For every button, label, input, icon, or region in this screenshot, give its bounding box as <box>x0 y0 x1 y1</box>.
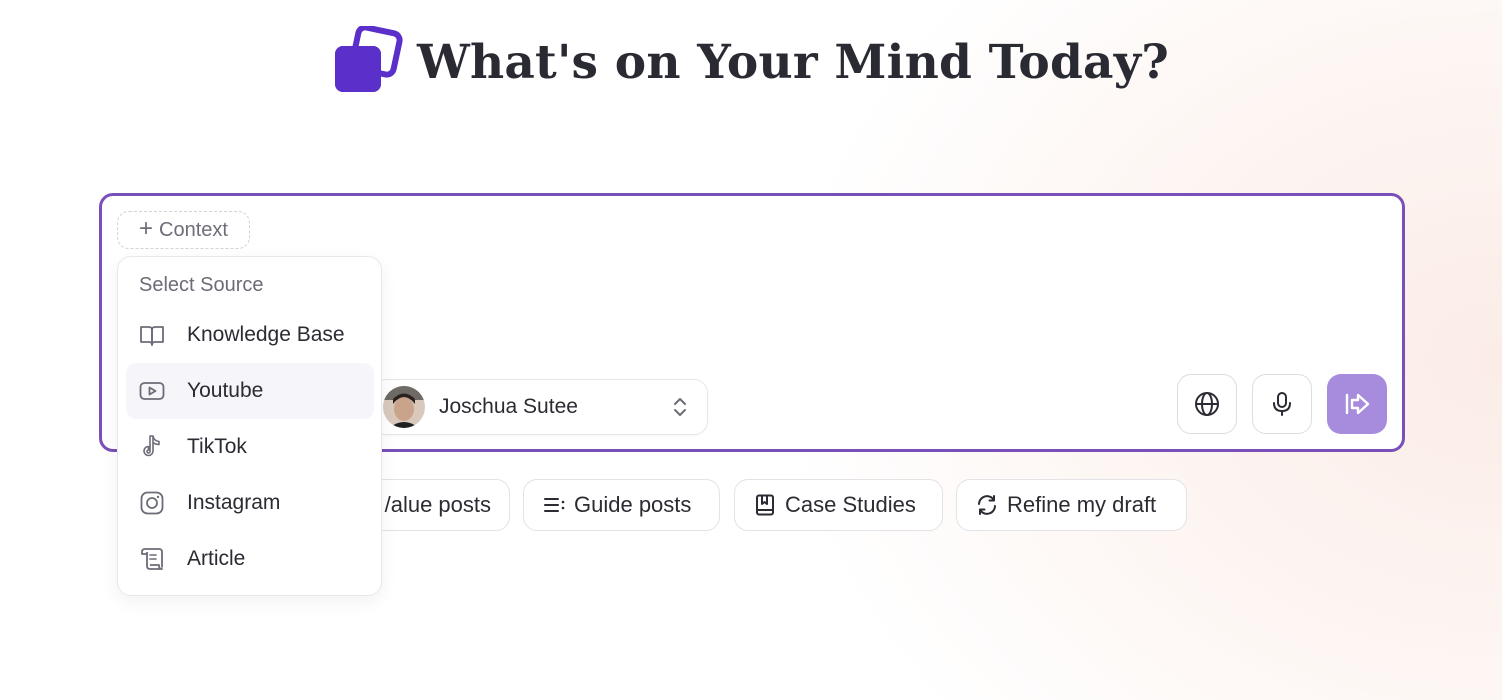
logo-icon <box>335 26 403 92</box>
source-item-knowledge-base[interactable]: Knowledge Base <box>126 307 374 363</box>
avatar <box>383 386 425 428</box>
chip-label: /alue posts <box>384 492 491 517</box>
youtube-icon <box>139 382 165 400</box>
bookmark-book-icon <box>756 494 774 516</box>
source-item-label: Youtube <box>187 379 264 402</box>
source-item-label: TikTok <box>187 435 247 458</box>
scroll-icon <box>141 548 163 570</box>
chip-label: Case Studies <box>785 492 916 517</box>
chip-guide-posts[interactable]: Guide posts <box>523 479 720 531</box>
source-item-label: Knowledge Base <box>187 323 345 346</box>
source-item-tiktok[interactable]: TikTok <box>126 419 374 475</box>
send-button[interactable] <box>1327 374 1387 434</box>
context-label: Context <box>159 218 228 241</box>
source-item-label: Article <box>187 547 246 570</box>
list-icon <box>544 498 565 512</box>
chip-label: Refine my draft <box>1007 492 1157 517</box>
tiktok-icon <box>143 435 160 457</box>
persona-selector[interactable]: Joschua Sutee <box>372 379 708 435</box>
refresh-icon <box>978 495 996 515</box>
chip-case-studies[interactable]: Case Studies <box>734 479 943 531</box>
send-arrow-icon <box>1345 393 1370 415</box>
web-search-button[interactable] <box>1177 374 1237 434</box>
add-context-button[interactable]: + Context <box>117 211 250 249</box>
chip-label: Guide posts <box>574 492 692 517</box>
chip-refine-draft[interactable]: Refine my draft <box>956 479 1187 531</box>
source-item-label: Instagram <box>187 491 281 514</box>
plus-icon: + <box>139 215 154 242</box>
dropdown-title: Select Source <box>139 274 264 296</box>
microphone-icon <box>1273 392 1291 416</box>
persona-name: Joschua Sutee <box>439 395 578 418</box>
source-item-article[interactable]: Article <box>126 531 374 587</box>
instagram-icon <box>140 491 164 515</box>
voice-input-button[interactable] <box>1252 374 1312 434</box>
chevron-up-down-icon <box>674 398 686 416</box>
book-open-icon <box>140 326 164 346</box>
page-title: What's on Your Mind Today? <box>417 34 1169 90</box>
page-header: What's on Your Mind Today? <box>0 26 1502 98</box>
source-dropdown-menu: Select Source Knowledge Base Youtube Tik… <box>117 256 382 596</box>
source-item-instagram[interactable]: Instagram <box>126 475 374 531</box>
source-item-youtube[interactable]: Youtube <box>126 363 374 419</box>
globe-icon <box>1195 392 1219 416</box>
